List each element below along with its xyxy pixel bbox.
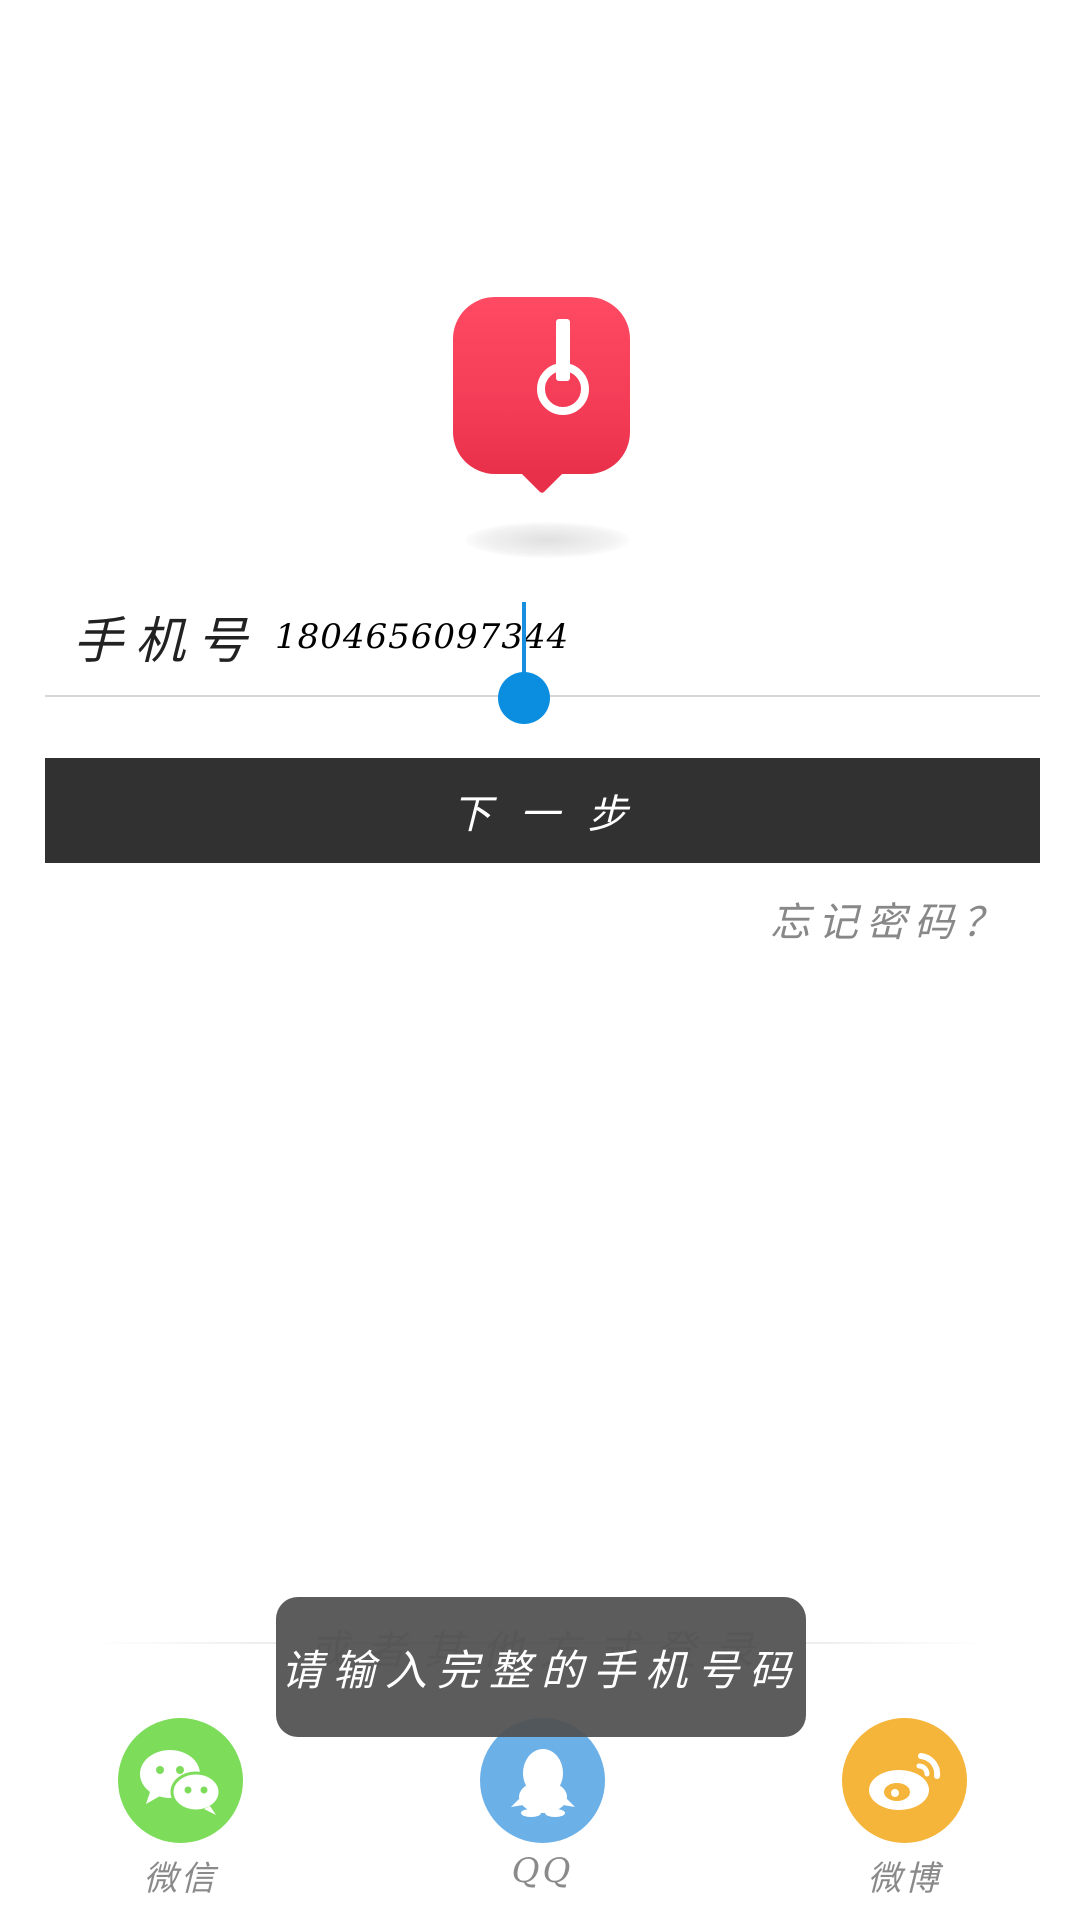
wechat-circle[interactable] [118, 1718, 243, 1843]
qq-icon [510, 1748, 575, 1817]
next-step-button[interactable]: 下一步 [45, 758, 1040, 863]
phone-label: 手机号 [73, 612, 259, 670]
qq-label: QQ [511, 1851, 574, 1891]
toast-message: 请输入完整的手机号码 [276, 1597, 806, 1737]
wechat-icon [139, 1749, 221, 1815]
weibo-icon [868, 1752, 940, 1810]
qq-login-button[interactable]: QQ [480, 1718, 605, 1891]
wechat-login-button[interactable]: 微信 [118, 1718, 243, 1900]
cursor-handle[interactable] [498, 672, 550, 724]
weibo-circle[interactable] [842, 1718, 967, 1843]
logo-badge [453, 297, 630, 474]
app-logo [453, 297, 630, 495]
logo-shadow [465, 522, 630, 558]
headphone-icon [537, 319, 589, 415]
login-page: 手机号 1804656097344 下一步 忘记密码？ 或者其他方式登录 微信 [0, 0, 1080, 1920]
weibo-label: 微博 [867, 1859, 942, 1899]
wechat-label: 微信 [143, 1859, 218, 1899]
forgot-password-link[interactable]: 忘记密码？ [770, 890, 1010, 948]
weibo-login-button[interactable]: 微博 [842, 1718, 967, 1900]
text-cursor [522, 602, 526, 682]
